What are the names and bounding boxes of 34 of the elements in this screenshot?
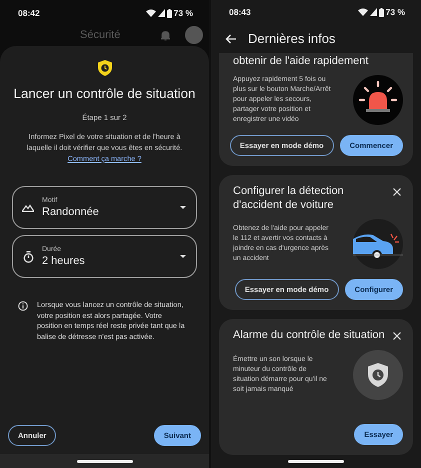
- card-title: Configurer la détection d'accident de voiture: [233, 185, 345, 212]
- stopwatch-icon: [22, 250, 34, 262]
- dropdown-arrow-icon: [180, 255, 186, 258]
- mountain-icon: [22, 204, 34, 212]
- home-indicator[interactable]: [288, 460, 344, 463]
- card-title: Alarme du contrôle de situation: [233, 329, 386, 343]
- wifi-icon: [146, 9, 156, 17]
- close-icon[interactable]: [393, 188, 401, 196]
- status-time: 08:43: [229, 7, 251, 18]
- screen-title: Dernières infos: [248, 31, 336, 46]
- avatar[interactable]: [185, 26, 203, 44]
- dropdown-arrow-icon: [180, 206, 186, 209]
- siren-drawing: [353, 75, 403, 126]
- app-title: Sécurité: [80, 29, 120, 41]
- signal-icon: [158, 9, 165, 17]
- car-drawing: [353, 219, 403, 270]
- shield-clock-drawing: [353, 350, 403, 400]
- status-time: 08:42: [18, 8, 40, 18]
- signal-icon: [370, 8, 377, 16]
- battery-level: 73 %: [386, 7, 405, 18]
- field-value: Randonnée: [42, 206, 100, 218]
- card-title: obtenir de l'aide rapidement: [233, 54, 370, 68]
- back-arrow-icon[interactable]: [225, 34, 236, 44]
- shield-clock-icon: [98, 60, 112, 76]
- battery-level: 73 %: [174, 8, 193, 18]
- bell-icon[interactable]: [161, 30, 170, 41]
- field-value: 2 heures: [42, 255, 86, 267]
- home-indicator[interactable]: [76, 460, 132, 462]
- battery-icon: [378, 8, 384, 17]
- battery-icon: [166, 8, 172, 18]
- sheet-title: Lancer un contrôle de situation: [12, 86, 196, 101]
- close-icon[interactable]: [393, 332, 401, 340]
- wifi-icon: [358, 8, 368, 16]
- info-icon: [18, 301, 28, 311]
